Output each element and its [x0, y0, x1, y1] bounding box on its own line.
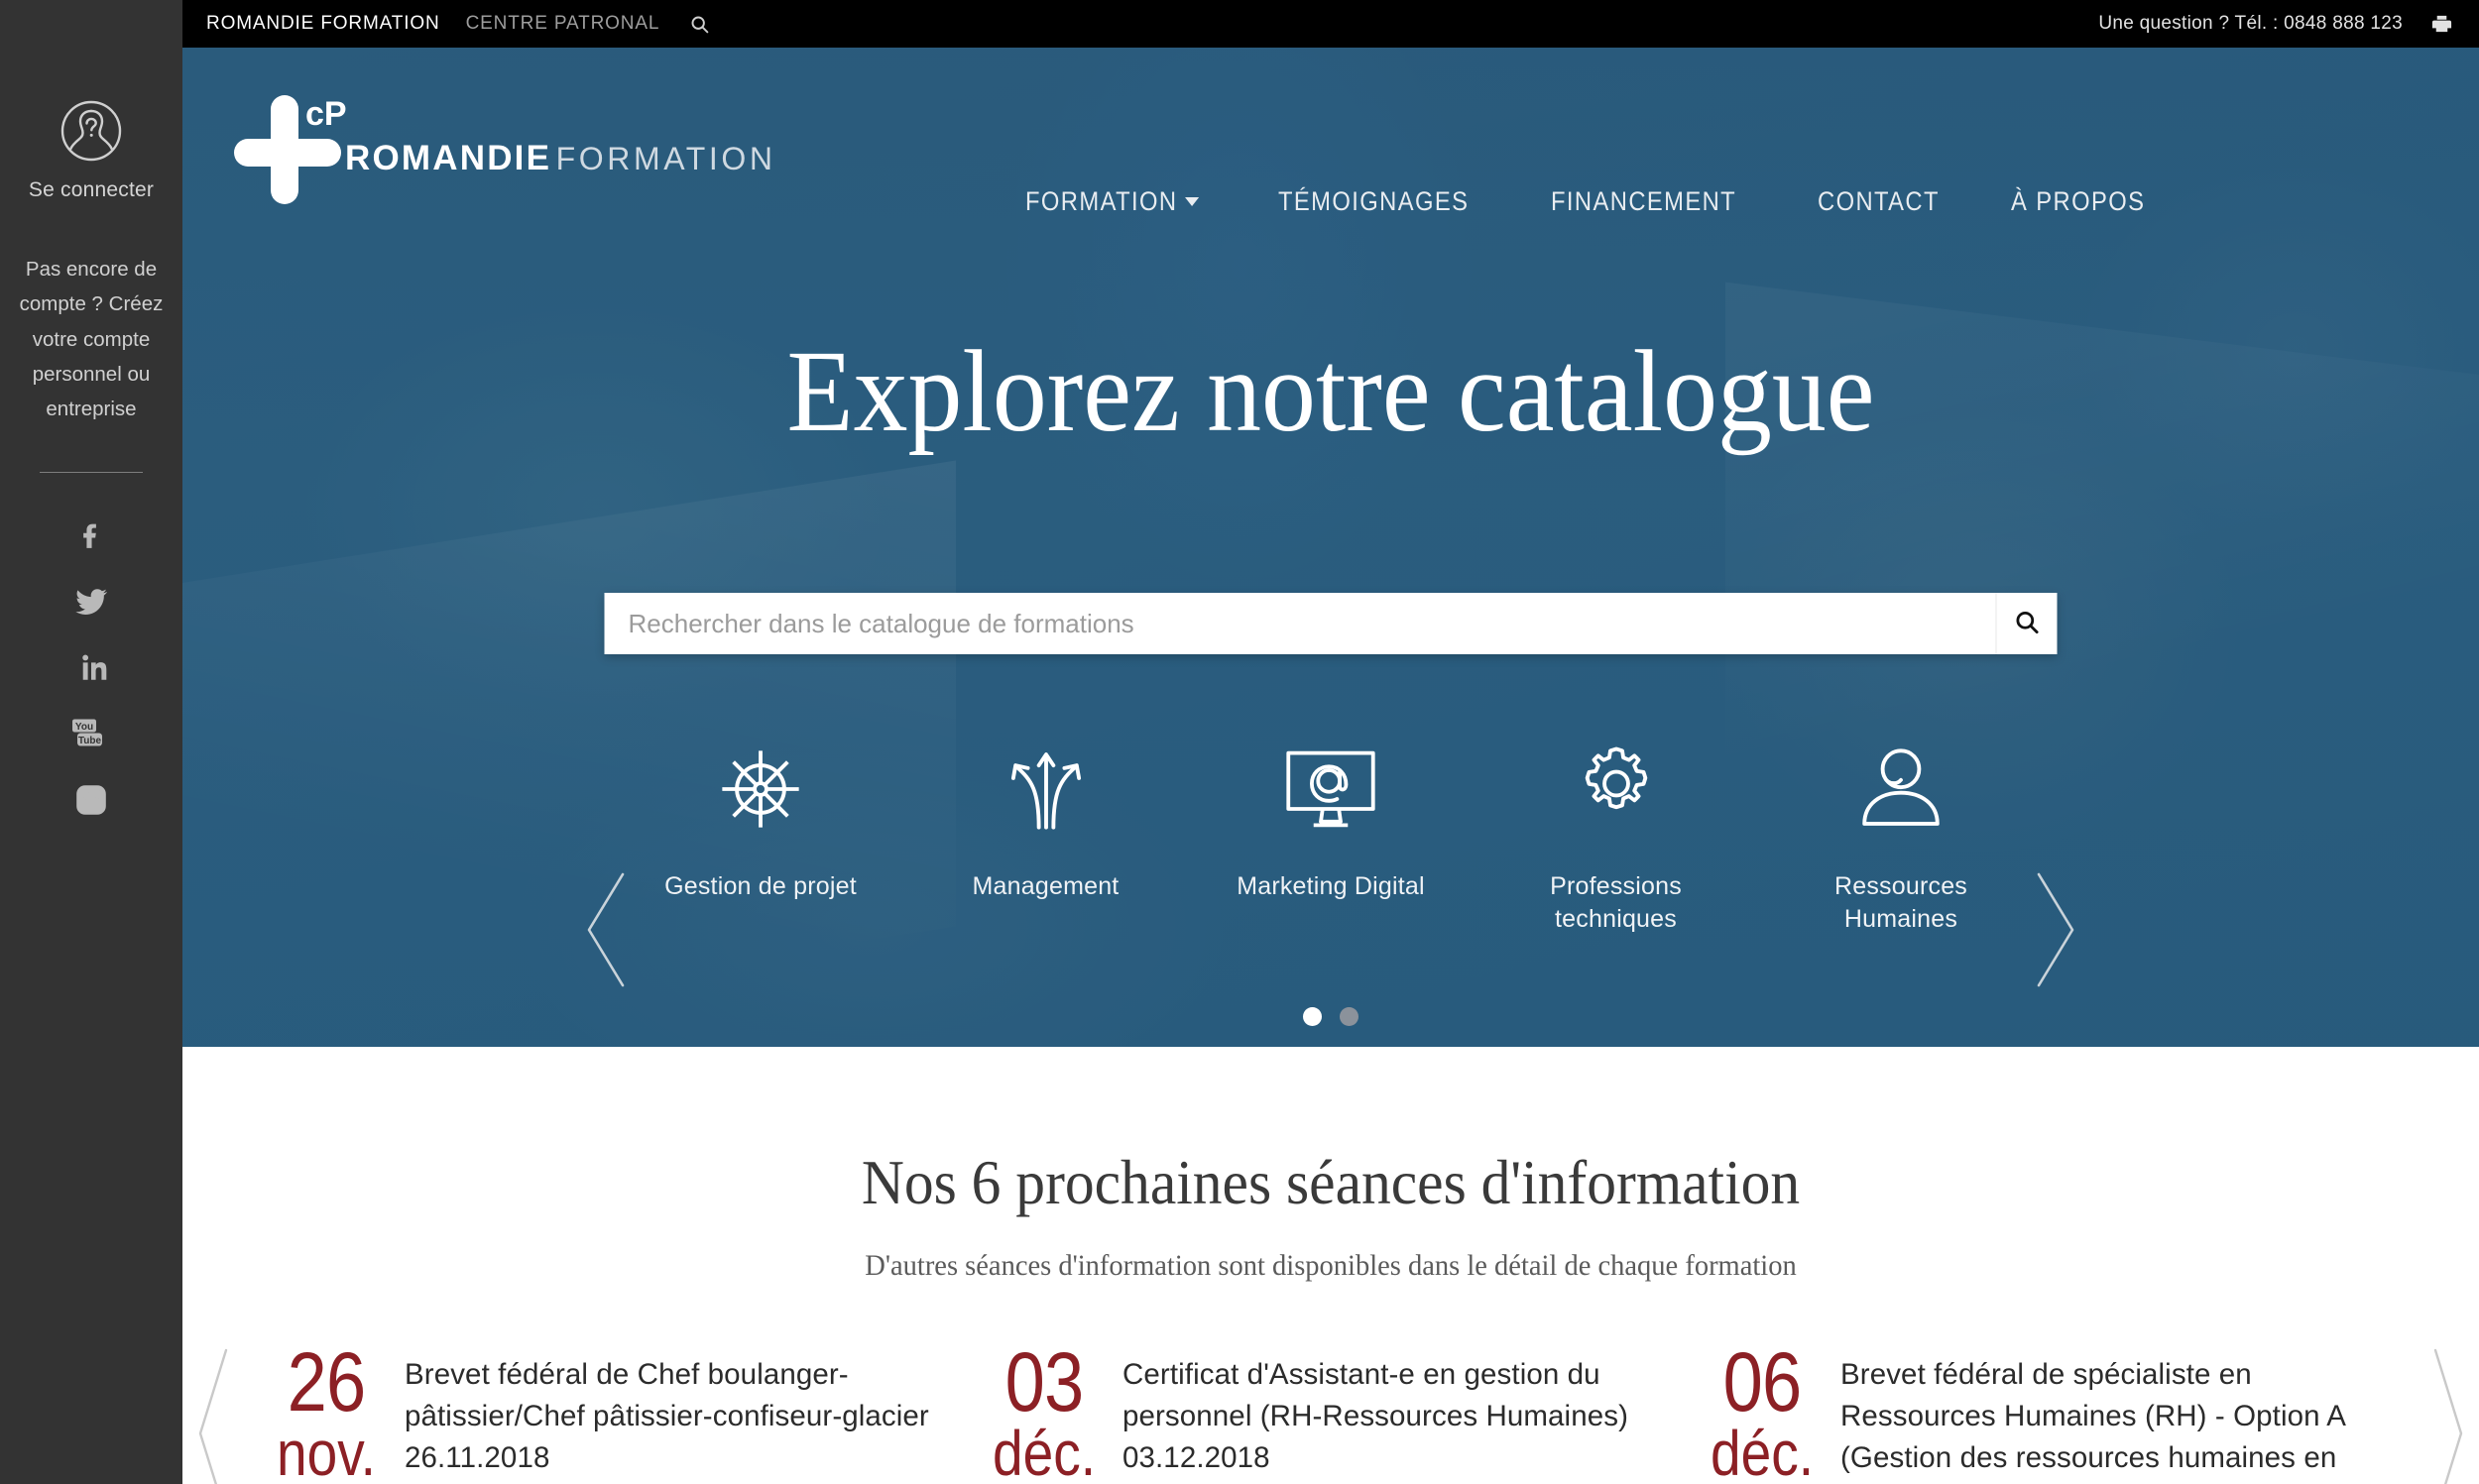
logo-subtitle-text: FORMATION	[555, 141, 776, 176]
category-label: Marketing Digital	[1237, 872, 1425, 900]
category-list: Gestion de projet Management Marketing D…	[637, 742, 2025, 935]
category-label: Professions techniques	[1550, 872, 1682, 933]
main-navigation: FORMATION TÉMOIGNAGES FINANCEMENT CONTAC…	[1025, 186, 2164, 217]
nav-item-formation[interactable]: FORMATION	[1025, 186, 1200, 217]
svg-text:You: You	[75, 722, 93, 733]
user-question-icon	[59, 99, 123, 163]
session-date: 06 déc.	[1692, 1335, 1832, 1484]
session-month: déc.	[1710, 1418, 1815, 1484]
sidebar-divider	[40, 472, 143, 474]
category-ressources-humaines[interactable]: Ressources Humaines	[1777, 742, 2025, 935]
search-submit-button[interactable]	[1995, 593, 2058, 654]
search-icon	[2014, 609, 2041, 638]
youtube-icon[interactable]: You Tube	[69, 712, 113, 755]
category-label: Management	[972, 872, 1120, 900]
left-sidebar: Se connecter Pas encore de compte ? Crée…	[0, 0, 182, 1484]
instagram-icon[interactable]	[69, 778, 113, 822]
ship-wheel-icon	[715, 742, 806, 837]
logo-cp-text: cP	[305, 95, 347, 133]
category-professions-techniques[interactable]: Professions techniques	[1492, 742, 1740, 935]
carousel-dot-1[interactable]	[1303, 1007, 1322, 1026]
category-management[interactable]: Management	[922, 742, 1170, 903]
logo-cross-icon: cP	[232, 91, 347, 208]
logo-name-text: ROMANDIE	[345, 139, 552, 177]
session-month: déc.	[992, 1418, 1097, 1484]
nav-item-temoignages[interactable]: TÉMOIGNAGES	[1278, 186, 1469, 217]
hero-banner: cP ROMANDIE FORMATION FORMATION TÉMOIGNA…	[182, 48, 2479, 1047]
topbar-links: ROMANDIE FORMATION CENTRE PATRONAL	[206, 13, 710, 35]
sessions-subtitle: D'autres séances d'information sont disp…	[865, 1249, 1797, 1282]
printer-icon[interactable]	[2430, 13, 2453, 36]
branching-arrows-icon	[1001, 742, 1092, 837]
category-gestion-de-projet[interactable]: Gestion de projet	[637, 742, 885, 903]
monitor-at-icon	[1281, 742, 1380, 837]
chevron-down-icon	[1185, 197, 1200, 206]
nav-item-contact[interactable]: CONTACT	[1818, 186, 1940, 217]
sessions-prev-arrow[interactable]	[182, 1344, 242, 1484]
sessions-carousel: 26 nov. Brevet fédéral de Chef boulanger…	[182, 1335, 2479, 1484]
session-day: 03	[1004, 1335, 1084, 1428]
topbar-right: Une question ? Tél. : 0848 888 123	[2098, 13, 2453, 36]
sidebar-login-label: Se connecter	[28, 178, 155, 201]
nav-label: FORMATION	[1025, 186, 1178, 216]
topbar-link-romandie-formation[interactable]: ROMANDIE FORMATION	[206, 13, 440, 35]
session-title: Brevet fédéral de spécialiste en Ressour…	[1840, 1358, 2345, 1484]
category-label: Gestion de projet	[664, 872, 857, 900]
session-title: Brevet fédéral de Chef boulanger-pâtissi…	[405, 1358, 929, 1474]
session-date: 26 nov.	[256, 1335, 397, 1484]
search-icon[interactable]	[689, 14, 710, 35]
top-bar: ROMANDIE FORMATION CENTRE PATRONAL Une q…	[182, 0, 2479, 48]
session-date: 03 déc.	[974, 1335, 1115, 1484]
upcoming-sessions-section: Nos 6 prochaines séances d'information D…	[182, 1047, 2479, 1484]
sidebar-create-account-text[interactable]: Pas encore de compte ? Créez votre compt…	[16, 252, 167, 426]
sessions-next-arrow[interactable]	[2420, 1344, 2479, 1484]
page-root: Se connecter Pas encore de compte ? Crée…	[0, 0, 2479, 1484]
carousel-dot-2[interactable]	[1340, 1007, 1358, 1026]
topbar-link-centre-patronal[interactable]: CENTRE PATRONAL	[466, 13, 660, 35]
session-month: nov.	[277, 1418, 376, 1484]
session-title: Certificat d'Assistant-e en gestion du p…	[1122, 1358, 1628, 1474]
twitter-icon[interactable]	[69, 579, 113, 623]
sessions-card-list: 26 nov. Brevet fédéral de Chef boulanger…	[242, 1335, 2420, 1484]
hero-next-arrow[interactable]	[2033, 870, 2078, 989]
session-day: 06	[1722, 1335, 1802, 1428]
sidebar-social-links: You Tube	[69, 513, 113, 822]
hero-carousel-dots	[182, 1007, 2479, 1026]
linkedin-icon[interactable]	[69, 645, 113, 689]
category-marketing-digital[interactable]: Marketing Digital	[1207, 742, 1455, 903]
catalogue-search-form	[604, 593, 2058, 654]
category-label: Ressources Humaines	[1834, 872, 1967, 933]
nav-item-financement[interactable]: FINANCEMENT	[1551, 186, 1736, 217]
session-day: 26	[287, 1335, 366, 1428]
sidebar-login-block[interactable]: Se connecter	[29, 99, 154, 202]
session-card[interactable]: 03 déc. Certificat d'Assistant-e en gest…	[974, 1335, 1688, 1484]
sessions-title: Nos 6 prochaines séances d'information	[861, 1147, 1801, 1217]
svg-text:Tube: Tube	[78, 736, 102, 746]
gear-icon	[1571, 742, 1662, 837]
person-icon	[1855, 742, 1947, 837]
hero-title: Explorez notre catalogue	[786, 326, 1875, 456]
topbar-phone-text: Une question ? Tél. : 0848 888 123	[2098, 13, 2403, 34]
facebook-icon[interactable]	[69, 513, 113, 556]
site-logo[interactable]: cP ROMANDIE FORMATION	[232, 91, 776, 208]
hero-prev-arrow[interactable]	[583, 870, 629, 989]
session-card[interactable]: 26 nov. Brevet fédéral de Chef boulanger…	[256, 1335, 970, 1484]
nav-item-a-propos[interactable]: À PROPOS	[2011, 186, 2145, 217]
session-card[interactable]: 06 déc. Brevet fédéral de spécialiste en…	[1692, 1335, 2406, 1484]
search-input[interactable]	[604, 593, 1996, 654]
